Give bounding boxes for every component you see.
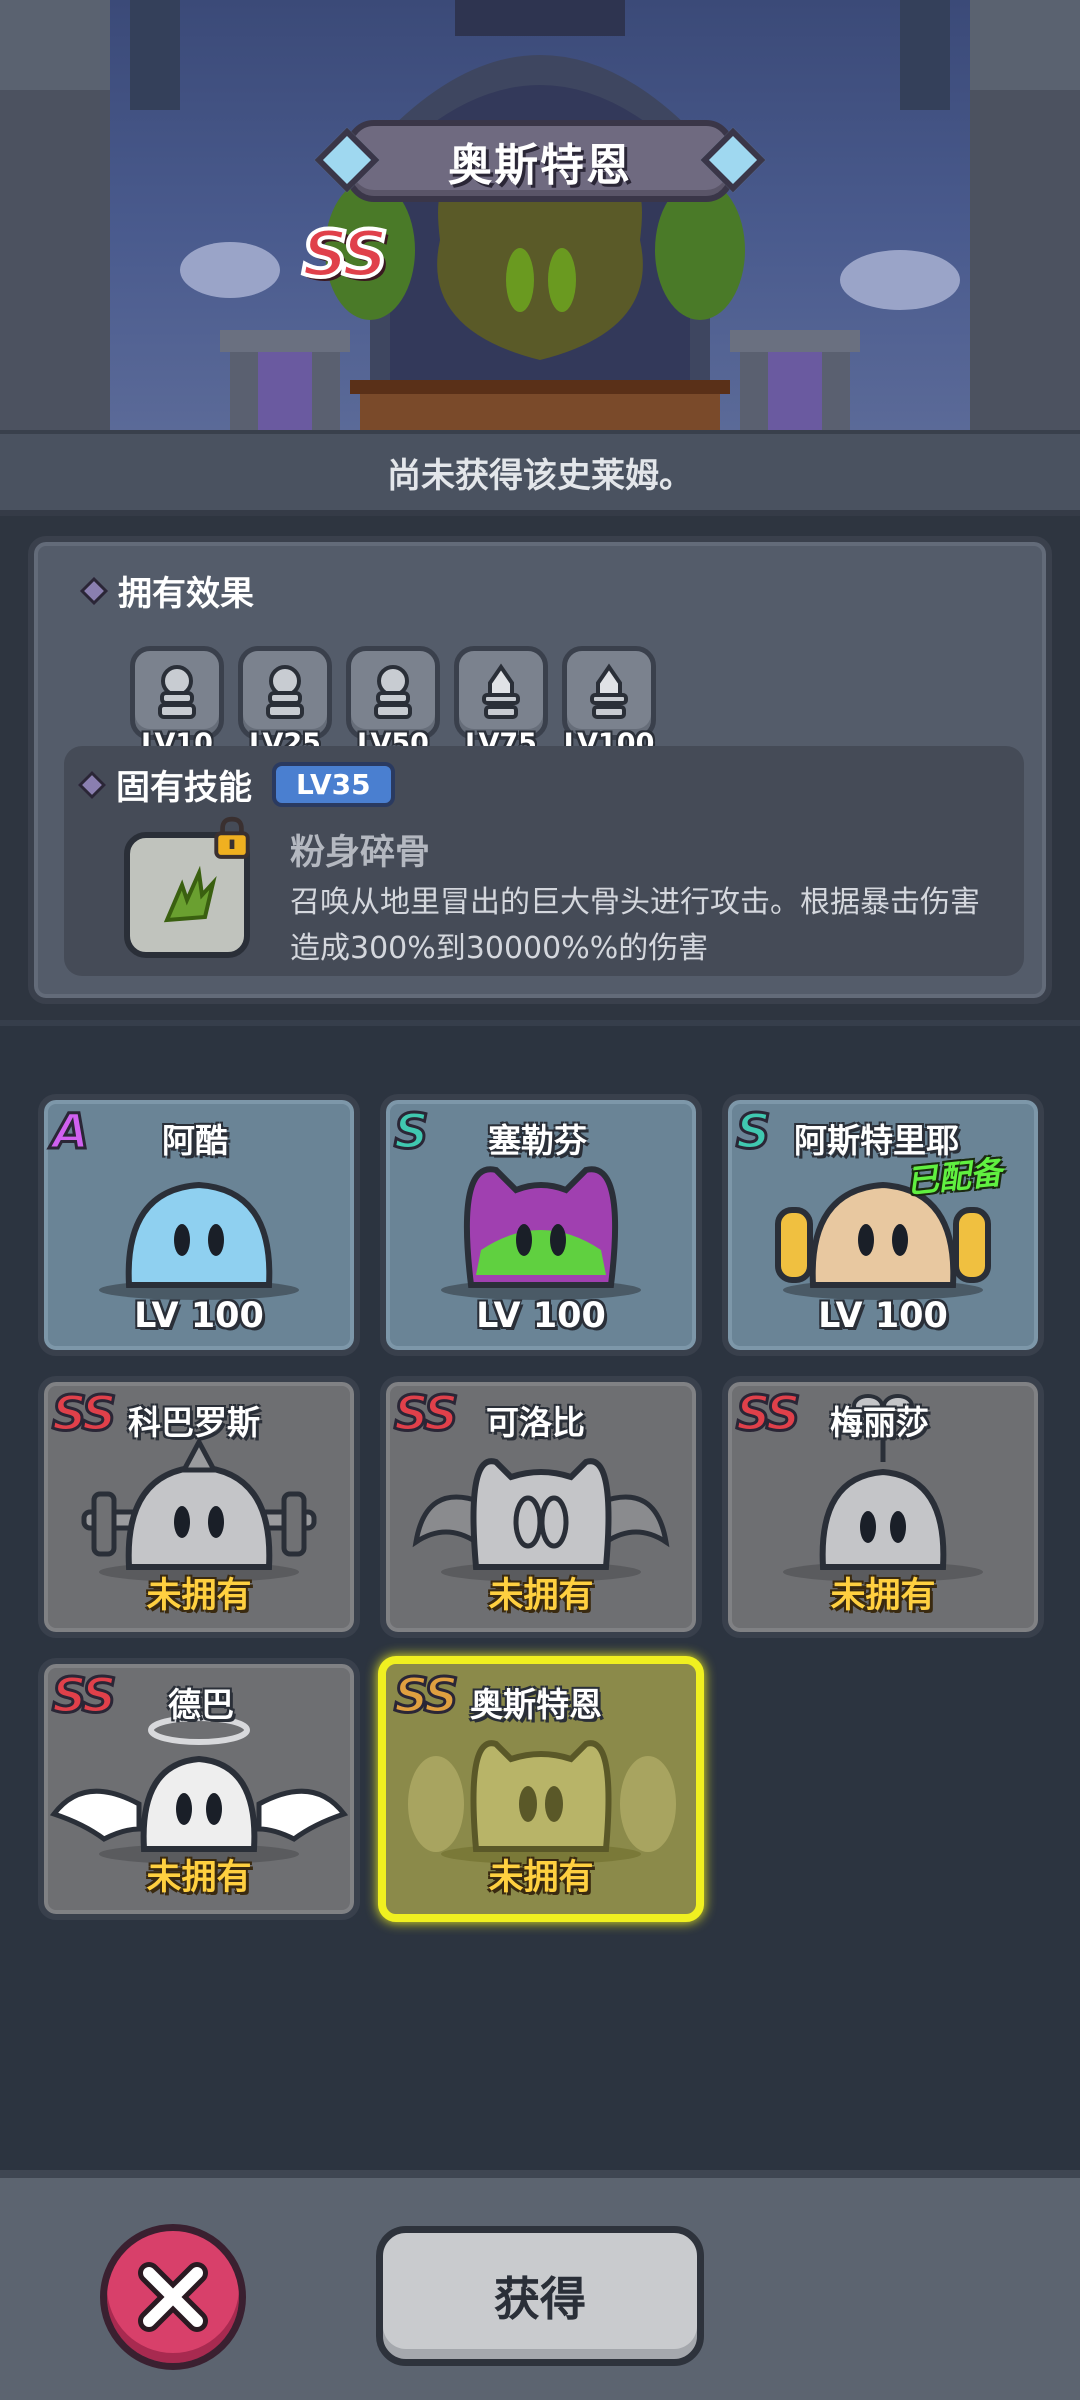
acquisition-status: 尚未获得该史莱姆。 xyxy=(0,430,1080,516)
close-icon xyxy=(138,2262,208,2332)
status-text: 尚未获得该史莱姆。 xyxy=(387,455,693,496)
hero-scene: 奥斯特恩 SS xyxy=(0,0,1080,430)
slime-name: 德巴 xyxy=(168,1685,234,1724)
not-owned-label: 未拥有 xyxy=(146,1576,252,1616)
rank-badge: SS xyxy=(50,1667,117,1726)
skill-name: 粉身碎骨 xyxy=(290,833,431,873)
slime-name: 奥斯特恩 xyxy=(470,1685,602,1724)
slime-name: 阿酷 xyxy=(162,1121,228,1160)
slime-card-aku[interactable]: A 阿酷 LV 100 xyxy=(38,1094,360,1356)
slime-card-asterie[interactable]: S 阿斯特里耶 已配备 LV 100 xyxy=(722,1094,1044,1356)
slime-card-osteen[interactable]: SS 奥斯特恩 未拥有 xyxy=(378,1656,704,1922)
inherent-skill-title: 固有技能 xyxy=(116,768,252,808)
ownership-effects-header: 拥有效果 xyxy=(79,566,254,615)
castle-background xyxy=(0,0,1080,430)
effect-lv75[interactable]: LV75 xyxy=(454,646,548,759)
slime-name: 奥斯特恩 xyxy=(448,140,632,191)
slime-name: 梅丽莎 xyxy=(830,1403,929,1442)
rank-badge: SS xyxy=(734,1385,801,1444)
bone-claw-icon xyxy=(163,865,217,923)
obtain-button[interactable]: 获得 xyxy=(376,2226,704,2366)
effect-lv10[interactable]: LV10 xyxy=(130,646,224,759)
rank-badge: SS xyxy=(300,216,390,294)
not-owned-label: 未拥有 xyxy=(146,1858,252,1898)
not-owned-label: 未拥有 xyxy=(488,1858,594,1898)
skill-level-badge: LV35 xyxy=(272,762,395,807)
slime-name: 可洛比 xyxy=(486,1403,585,1442)
ownership-effects-title: 拥有效果 xyxy=(118,574,254,614)
sword-icon xyxy=(482,663,520,719)
not-owned-label: 未拥有 xyxy=(488,1576,594,1616)
skill-description: 召唤从地里冒出的巨大骨头进行攻击。根据暴击伤害造成300%到30000%%的伤害 xyxy=(290,885,980,966)
shield-icon xyxy=(158,665,196,719)
slime-card-kobaros[interactable]: SS 科巴罗斯 未拥有 xyxy=(38,1376,360,1638)
rank-badge: SS xyxy=(392,1385,459,1444)
diamond-bullet-icon xyxy=(77,770,107,799)
not-owned-label: 未拥有 xyxy=(830,1576,936,1616)
shield-icon xyxy=(266,665,304,719)
effect-lv100[interactable]: LV100 xyxy=(562,646,656,759)
slime-card-deba[interactable]: SS 德巴 未拥有 xyxy=(38,1658,360,1920)
obtain-button-label: 获得 xyxy=(494,2272,586,2326)
diamond-bullet-icon xyxy=(79,576,109,605)
slime-name: 塞勒芬 xyxy=(488,1121,587,1160)
sword-icon xyxy=(590,663,628,719)
slime-level: LV 100 xyxy=(476,1296,606,1336)
slime-level: LV 100 xyxy=(134,1296,264,1336)
lock-icon xyxy=(214,816,250,859)
info-section: 拥有效果 LV10 LV25 LV50 LV75 LV100 固有技能 LV35… xyxy=(0,516,1080,1020)
ownership-effects-list: LV10 LV25 LV50 LV75 LV100 xyxy=(130,646,656,759)
slime-collection-grid: A 阿酷 LV 100 S 塞勒芬 LV 100 S 阿斯特里耶 已配备 LV … xyxy=(0,1020,1080,2170)
slime-name: 科巴罗斯 xyxy=(128,1403,260,1442)
action-bar: 获得 xyxy=(0,2170,1080,2400)
inherent-skill-box: 固有技能 LV35 粉身碎骨 召唤从地里冒出的巨大骨头进行攻击。根据暴击伤害造成… xyxy=(64,746,1024,976)
slime-card-kelobi[interactable]: SS 可洛比 未拥有 xyxy=(380,1376,702,1638)
close-button[interactable] xyxy=(100,2224,246,2370)
rank-badge: S xyxy=(393,1103,430,1162)
effect-lv50[interactable]: LV50 xyxy=(346,646,440,759)
slime-card-selefen[interactable]: S 塞勒芬 LV 100 xyxy=(380,1094,702,1356)
rank-badge: SS xyxy=(50,1385,117,1444)
slime-card-melissa[interactable]: SS 梅丽莎 未拥有 xyxy=(722,1376,1044,1638)
effect-lv25[interactable]: LV25 xyxy=(238,646,332,759)
rank-badge: A xyxy=(50,1103,90,1162)
shield-icon xyxy=(374,665,412,719)
slime-name-banner: 奥斯特恩 xyxy=(314,120,766,202)
rank-badge: SS xyxy=(392,1667,459,1726)
rank-badge: S xyxy=(735,1103,772,1162)
inherent-skill-header: 固有技能 LV35 xyxy=(77,760,395,809)
info-panel: 拥有效果 LV10 LV25 LV50 LV75 LV100 固有技能 LV35… xyxy=(28,536,1052,1004)
slime-level: LV 100 xyxy=(818,1296,948,1336)
